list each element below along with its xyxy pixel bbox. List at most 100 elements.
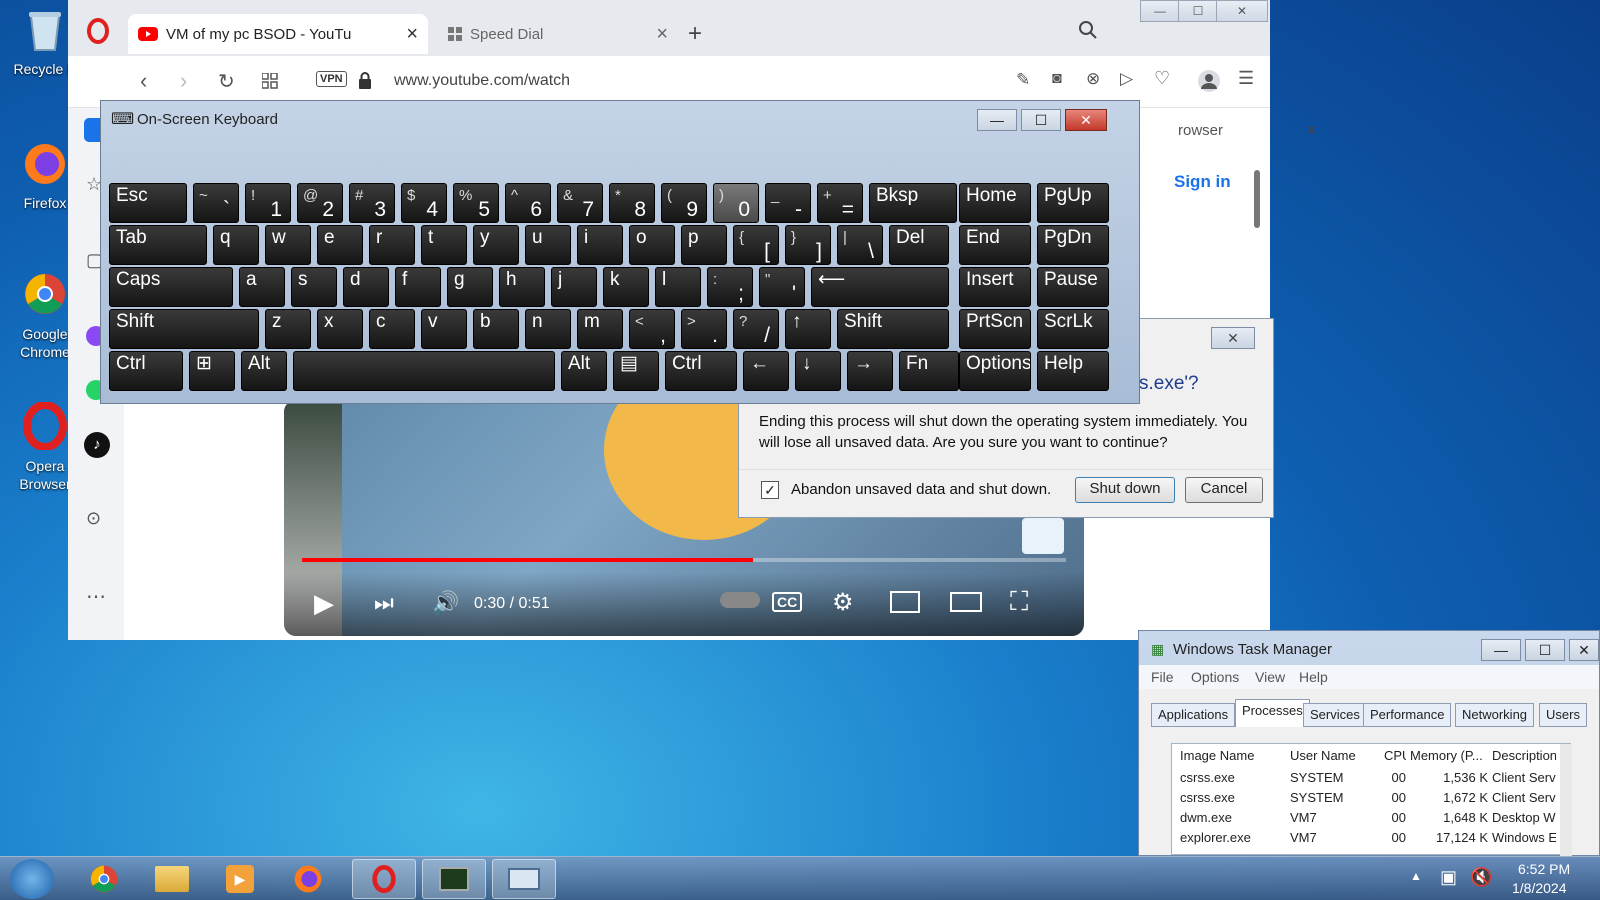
- osk-key-0[interactable]: ) 0: [713, 183, 759, 223]
- volume-icon[interactable]: 🔊: [432, 590, 459, 616]
- osk-key-z[interactable]: z: [265, 309, 311, 349]
- osk-key-⟵[interactable]: ⟵: [811, 267, 949, 307]
- tm-menu-file[interactable]: File: [1151, 669, 1174, 685]
- osk-key-pgup[interactable]: PgUp: [1037, 183, 1109, 223]
- next-icon[interactable]: ⏭: [374, 590, 394, 616]
- osk-key-d[interactable]: d: [343, 267, 389, 307]
- tm-menu-options[interactable]: Options: [1191, 669, 1239, 685]
- osk-key-e[interactable]: e: [317, 225, 363, 265]
- osk-key-,[interactable]: <,: [629, 309, 675, 349]
- tiktok-icon[interactable]: ♪: [84, 432, 110, 458]
- url-text[interactable]: www.youtube.com/watch: [394, 72, 570, 90]
- close-tab-icon[interactable]: ×: [406, 23, 418, 46]
- taskbar-media-player[interactable]: ▶: [208, 859, 272, 899]
- osk-key-4[interactable]: $4: [401, 183, 447, 223]
- osk-key-=[interactable]: + =: [817, 183, 863, 223]
- osk-key-2[interactable]: @2: [297, 183, 343, 223]
- osk-key-][interactable]: }]: [785, 225, 831, 265]
- osk-key-o[interactable]: o: [629, 225, 675, 265]
- opera-menu-icon[interactable]: [86, 18, 110, 44]
- osk-key-shift[interactable]: Shift: [837, 309, 949, 349]
- osk-key-x[interactable]: x: [317, 309, 363, 349]
- captions-icon[interactable]: CC: [772, 592, 803, 612]
- osk-key-v[interactable]: v: [421, 309, 467, 349]
- tm-menu-view[interactable]: View: [1255, 669, 1285, 685]
- osk-key-pause[interactable]: Pause: [1037, 267, 1109, 307]
- osk-key-h[interactable]: h: [499, 267, 545, 307]
- camera-icon[interactable]: ◙: [1052, 70, 1062, 88]
- tab-processes[interactable]: Processes: [1235, 699, 1310, 727]
- osk-key--[interactable]: _ -: [765, 183, 811, 223]
- theater-mode-icon[interactable]: [950, 592, 982, 612]
- back-icon[interactable]: ‹: [140, 68, 147, 94]
- browser-maximize-button[interactable]: ☐: [1178, 0, 1218, 22]
- osk-key-tab[interactable]: Tab: [109, 225, 207, 265]
- osk-key-q[interactable]: q: [213, 225, 259, 265]
- play-icon[interactable]: ▶: [314, 588, 334, 619]
- osk-key-alt[interactable]: Alt: [241, 351, 287, 391]
- volume-muted-icon[interactable]: 🔇: [1470, 867, 1492, 888]
- column-header[interactable]: CPU: [1384, 748, 1406, 763]
- osk-key-p[interactable]: p: [681, 225, 727, 265]
- osk-key-`[interactable]: ~ `: [193, 183, 239, 223]
- taskbar-firefox[interactable]: [276, 859, 340, 899]
- osk-key-alt[interactable]: Alt: [561, 351, 607, 391]
- osk-key-ctrl[interactable]: Ctrl: [109, 351, 183, 391]
- tab-networking[interactable]: Networking: [1455, 703, 1535, 727]
- osk-key-g[interactable]: g: [447, 267, 493, 307]
- taskbar-opera[interactable]: [352, 859, 416, 899]
- network-icon[interactable]: ▣: [1440, 867, 1457, 888]
- osk-key-⊞[interactable]: ⊞: [189, 351, 235, 391]
- osk-key-fn[interactable]: Fn: [899, 351, 959, 391]
- tm-close-button[interactable]: ✕: [1569, 639, 1599, 661]
- tab-services[interactable]: Services: [1303, 703, 1367, 727]
- osk-close-button[interactable]: ✕: [1065, 109, 1107, 131]
- miniplayer-icon[interactable]: [890, 591, 920, 613]
- browser-close-button[interactable]: ✕: [1216, 0, 1268, 22]
- forward-icon[interactable]: ›: [180, 68, 187, 94]
- tab-performance[interactable]: Performance: [1363, 703, 1452, 727]
- tab-applications[interactable]: Applications: [1151, 703, 1236, 727]
- osk-key-5[interactable]: % 5: [453, 183, 499, 223]
- send-icon[interactable]: ▷: [1120, 69, 1133, 89]
- osk-key-y[interactable]: y: [473, 225, 519, 265]
- osk-key-shift[interactable]: Shift: [109, 309, 259, 349]
- tm-maximize-button[interactable]: ☐: [1525, 639, 1565, 661]
- osk-key-3[interactable]: #3: [349, 183, 395, 223]
- osk-key-w[interactable]: w: [265, 225, 311, 265]
- edit-icon[interactable]: ✎: [1016, 70, 1030, 90]
- clock-time[interactable]: 6:52 PM: [1518, 861, 1570, 877]
- lock-icon[interactable]: [358, 72, 372, 90]
- osk-key-u[interactable]: u: [525, 225, 571, 265]
- browser-minimize-button[interactable]: —: [1140, 0, 1180, 22]
- column-header[interactable]: Description: [1492, 748, 1556, 763]
- shut-down-button[interactable]: Shut down: [1075, 477, 1175, 503]
- start-button[interactable]: [10, 859, 54, 899]
- osk-key-options[interactable]: Options: [959, 351, 1031, 391]
- osk-key-b[interactable]: b: [473, 309, 519, 349]
- osk-key-▤[interactable]: ▤: [613, 351, 659, 391]
- osk-key-f[interactable]: f: [395, 267, 441, 307]
- close-tab-icon[interactable]: ×: [656, 23, 668, 46]
- osk-key-a[interactable]: a: [239, 267, 285, 307]
- cancel-button[interactable]: Cancel: [1185, 477, 1263, 503]
- osk-key-caps[interactable]: Caps: [109, 267, 233, 307]
- osk-key-l[interactable]: l: [655, 267, 701, 307]
- osk-key-[[interactable]: {[: [733, 225, 779, 265]
- tab-users[interactable]: Users: [1539, 703, 1587, 727]
- osk-key-scrlk[interactable]: ScrLk: [1037, 309, 1109, 349]
- tm-minimize-button[interactable]: —: [1481, 639, 1521, 661]
- osk-key-1[interactable]: ! 1: [245, 183, 291, 223]
- osk-key-6[interactable]: ^ 6: [505, 183, 551, 223]
- osk-key-home[interactable]: Home: [959, 183, 1031, 223]
- search-tabs-icon[interactable]: [1078, 20, 1098, 40]
- osk-key-esc[interactable]: Esc: [109, 183, 187, 223]
- osk-key-;[interactable]: :;: [707, 267, 753, 307]
- tab-youtube[interactable]: VM of my pc BSOD - YouTu ×: [128, 14, 428, 54]
- clock-date[interactable]: 1/8/2024: [1512, 880, 1567, 896]
- osk-key-9[interactable]: (9: [661, 183, 707, 223]
- osk-key-←[interactable]: ←: [743, 351, 789, 391]
- heart-icon[interactable]: ♡: [1154, 68, 1170, 89]
- reload-icon[interactable]: ↻: [218, 69, 235, 94]
- sign-in-button[interactable]: Sign in: [1174, 172, 1231, 192]
